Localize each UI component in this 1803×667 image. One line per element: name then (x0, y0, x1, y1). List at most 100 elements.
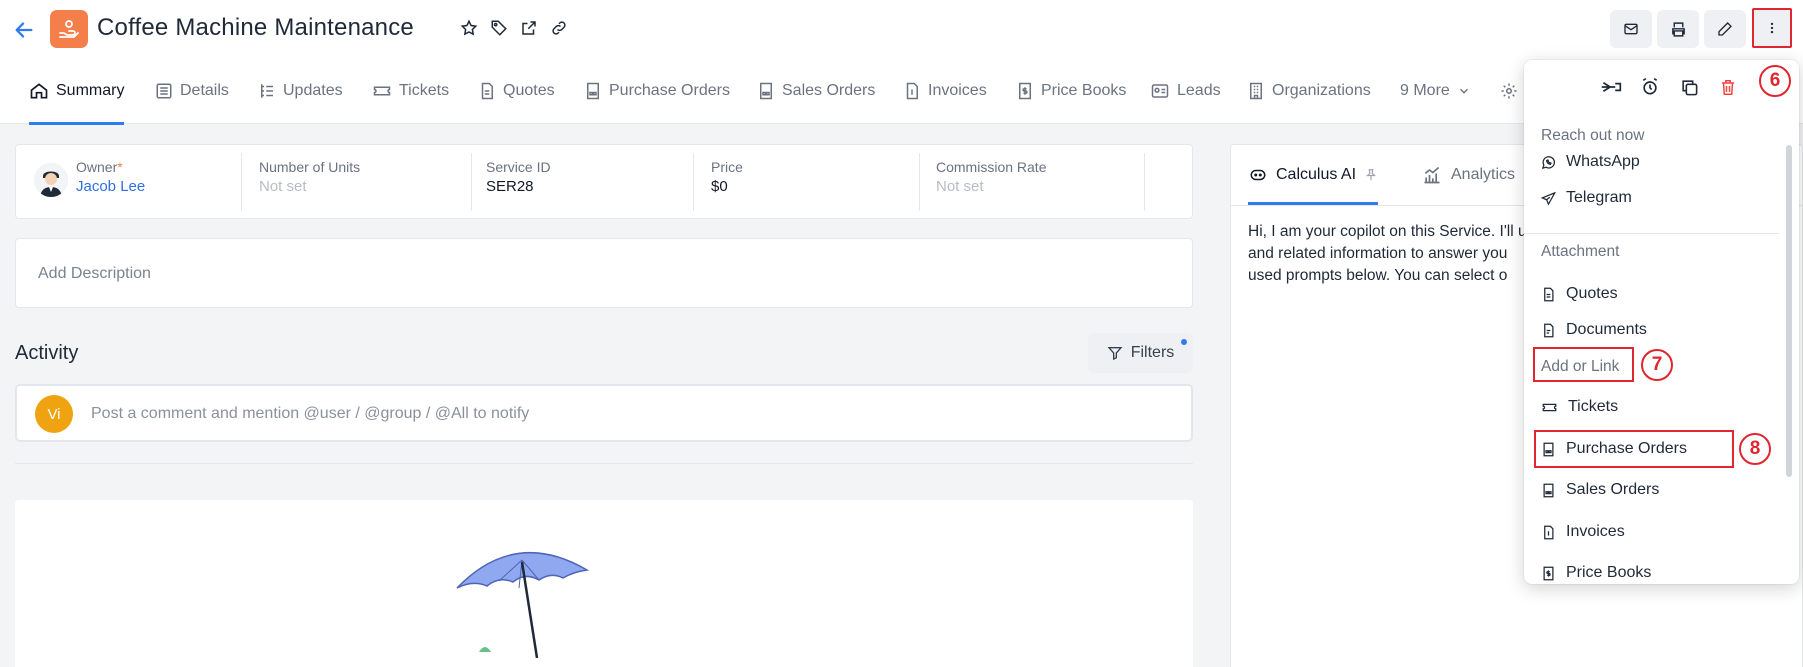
tab-analytics[interactable]: Analytics (1421, 145, 1515, 205)
tab-quotes[interactable]: Quotes (478, 58, 555, 124)
list-icon (156, 83, 172, 99)
beach-umbrella-illustration (456, 552, 590, 658)
analytics-icon (1424, 166, 1440, 184)
unfollow-icon[interactable] (1598, 74, 1624, 100)
organization-icon (1250, 82, 1262, 100)
tab-invoices[interactable]: Invoices (903, 58, 987, 124)
price-book-icon (1019, 82, 1031, 100)
whatsapp-icon (1541, 155, 1556, 169)
alarm-icon[interactable] (1637, 74, 1663, 100)
owner-avatar (34, 163, 68, 197)
commission-label: Commission Rate (936, 159, 1047, 175)
updates-icon (261, 84, 273, 98)
menu-item-whatsapp[interactable]: WhatsApp (1541, 147, 1771, 177)
star-icon[interactable] (458, 17, 480, 39)
field-divider (693, 153, 694, 211)
edit-button[interactable] (1704, 10, 1746, 48)
owner-value[interactable]: Jacob Lee (76, 178, 145, 195)
tab-sales-orders[interactable]: Sales Orders (757, 58, 875, 124)
mail-icon (1624, 23, 1638, 35)
home-icon (30, 83, 48, 99)
gear-icon (1501, 83, 1517, 99)
menu-item-documents[interactable]: Documents (1541, 315, 1771, 345)
description-card[interactable]: Add Description (15, 238, 1193, 308)
annotation-highlight (1534, 430, 1734, 468)
annotation-marker: 6 (1759, 65, 1791, 97)
menu-scrollbar[interactable] (1786, 145, 1792, 477)
document-icon (1544, 323, 1554, 337)
menu-item-quotes[interactable]: Quotes (1541, 279, 1771, 309)
annotation-marker: 8 (1739, 433, 1771, 465)
tab-tickets[interactable]: Tickets (372, 58, 449, 124)
more-actions-menu: Reach out now WhatsApp Telegram Attachme… (1524, 60, 1799, 584)
more-actions-button[interactable] (1752, 8, 1792, 48)
pencil-icon (1718, 22, 1732, 36)
units-value: Not set (259, 178, 307, 195)
add-description[interactable]: Add Description (38, 265, 151, 283)
sales-order-icon (760, 82, 772, 100)
menu-item-sales-orders[interactable]: Sales Orders (1541, 475, 1771, 505)
tab-leads[interactable]: Leads (1150, 58, 1221, 124)
annotation-marker: 7 (1641, 349, 1673, 381)
field-service-id[interactable]: Service ID SER28 (486, 159, 551, 207)
chevron-down-icon (1459, 88, 1468, 94)
print-button[interactable] (1657, 10, 1699, 48)
ticket-icon (373, 86, 391, 96)
tab-details[interactable]: Details (155, 58, 229, 124)
service-id-value: SER28 (486, 178, 534, 195)
section-reach-out: Reach out now (1541, 127, 1645, 144)
field-price[interactable]: Price $0 (711, 159, 743, 207)
invoice-icon (906, 82, 918, 100)
tab-settings[interactable] (1500, 58, 1518, 124)
menu-divider (1524, 233, 1779, 234)
ticket-icon (1542, 403, 1557, 411)
record-header: Coffee Machine Maintenance (0, 0, 1803, 58)
email-button[interactable] (1610, 10, 1652, 48)
duplicate-icon[interactable] (1676, 74, 1702, 100)
back-button[interactable] (10, 16, 38, 44)
tab-more[interactable]: 9 More (1400, 58, 1471, 124)
arrow-left-icon (15, 22, 33, 38)
required-mark: * (117, 159, 123, 175)
units-label: Number of Units (259, 159, 361, 175)
section-attachment: Attachment (1541, 243, 1620, 260)
link-icon[interactable] (548, 17, 570, 39)
sales-order-icon (1543, 483, 1554, 497)
service-module-icon (50, 10, 88, 48)
menu-item-price-books[interactable]: Price Books (1541, 558, 1771, 584)
menu-quick-actions (1598, 74, 1741, 100)
price-book-icon (1543, 566, 1554, 580)
menu-item-tickets[interactable]: Tickets (1541, 392, 1771, 422)
tab-updates[interactable]: Updates (258, 58, 343, 124)
field-divider (471, 153, 472, 211)
page-title: Coffee Machine Maintenance (97, 14, 414, 41)
activity-title: Activity (15, 342, 79, 364)
service-id-label: Service ID (486, 159, 551, 175)
annotation-highlight (1533, 347, 1634, 382)
delete-icon[interactable] (1715, 74, 1741, 100)
tab-organizations[interactable]: Organizations (1247, 58, 1371, 124)
user-avatar: Vi (35, 395, 73, 433)
comment-composer: Vi (15, 384, 1193, 442)
field-divider (241, 153, 242, 211)
tab-calculus-ai[interactable]: Calculus AI (1248, 145, 1379, 205)
pin-icon[interactable] (1364, 168, 1378, 182)
field-commission-rate[interactable]: Commission Rate Not set (936, 159, 1046, 207)
menu-item-invoices[interactable]: Invoices (1541, 517, 1771, 547)
filter-active-dot (1181, 339, 1187, 345)
tag-icon[interactable] (488, 17, 510, 39)
title-actions (458, 17, 570, 39)
more-vertical-icon (1770, 22, 1774, 34)
menu-item-telegram[interactable]: Telegram (1541, 183, 1771, 213)
comment-input[interactable] (91, 395, 1181, 433)
tab-purchase-orders[interactable]: Purchase Orders (584, 58, 730, 124)
field-number-of-units[interactable]: Number of Units Not set (259, 159, 360, 207)
tab-summary[interactable]: Summary (29, 58, 125, 125)
quote-icon (1544, 287, 1554, 301)
invoice-icon (1544, 525, 1554, 539)
filters-button[interactable]: Filters (1088, 333, 1193, 373)
field-owner: Owner* Jacob Lee (76, 159, 145, 207)
price-value: $0 (711, 178, 728, 195)
tab-price-books[interactable]: Price Books (1016, 58, 1126, 124)
open-external-icon[interactable] (518, 17, 540, 39)
